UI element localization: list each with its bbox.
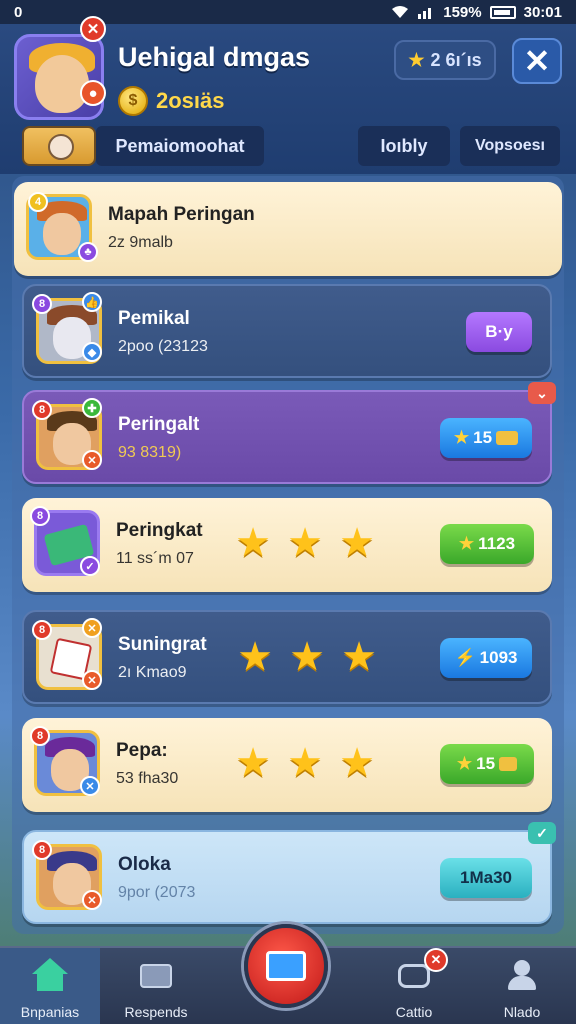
entry-name: Pepa: <box>116 740 168 761</box>
play-button[interactable] <box>244 924 328 1008</box>
entry-score: 93 8319) <box>118 444 182 461</box>
page-title: Uehigal dmgas <box>118 42 311 72</box>
buy-button[interactable]: B·y <box>466 312 532 352</box>
nav-cattio[interactable]: ✕ Cattio <box>364 948 464 1024</box>
wifi-icon <box>391 5 409 19</box>
star-icon: ★ <box>408 49 425 70</box>
entry-score: 2ı Kmao9 <box>118 664 187 681</box>
star-icon: ★ <box>339 521 375 565</box>
reward-button[interactable]: ★ 15 <box>440 744 534 784</box>
nav-profile[interactable]: Nlado <box>472 948 572 1024</box>
coin-value: 2osıäs <box>156 88 225 113</box>
club-badge-icon: ♣ <box>78 242 98 262</box>
reward-button[interactable]: ⚡ 1093 <box>440 638 532 678</box>
screen-icon <box>266 951 306 981</box>
status-time: 30:01 <box>523 3 562 21</box>
list-item[interactable]: 8 👍 ◆ Pemikal 2poo (23123 B·y <box>22 284 552 378</box>
star-icon: ★ <box>456 754 473 773</box>
entry-score: 2poo (23123 <box>118 338 208 355</box>
check-badge-icon: ✓ <box>80 556 100 576</box>
reward-button[interactable]: 1Ma30 <box>440 858 532 898</box>
tab-second[interactable]: Ioıbly <box>358 126 450 166</box>
close-button[interactable]: ✕ <box>512 38 562 84</box>
nav-home[interactable]: Bnpanias <box>0 948 100 1024</box>
list-item[interactable]: 8 ✚ ✕ Peringalt 93 8319) ★ 15 ⌄ <box>22 382 556 484</box>
star-icon: ★ <box>237 635 273 679</box>
star-icon: ★ <box>458 534 475 553</box>
entry-score: 9por (2073 <box>118 884 196 901</box>
chevron-down-icon[interactable]: ⌄ <box>528 382 556 404</box>
coin-balance: $ 2osıäs <box>118 86 225 116</box>
star-icon: ★ <box>341 635 377 679</box>
battery-icon <box>489 5 516 19</box>
stack-icon <box>138 958 174 992</box>
star-icon: ★ <box>453 428 470 447</box>
entry-name: Suningrat <box>118 634 207 655</box>
player-avatar[interactable] <box>14 34 104 120</box>
home-icon <box>32 958 68 992</box>
star-rating: ★ ★ ★ <box>234 521 376 565</box>
gem-value: 2 6ı´ıs <box>430 49 482 70</box>
star-icon: ★ <box>287 741 323 785</box>
level-badge-icon: 8 <box>32 620 52 640</box>
list-item[interactable]: 8 ✕ Oloka 9por (2073 1Ma30 ✓ <box>22 822 556 924</box>
list-item[interactable]: 4 ♣ Mapah Peringan 2z 9malb <box>14 182 562 276</box>
entry-score: 53 fha30 <box>116 770 179 787</box>
reward-button[interactable]: ★ 15 <box>440 418 532 458</box>
pet-tab-icon[interactable] <box>22 126 96 166</box>
bolt-icon: ⚡ <box>454 648 476 667</box>
close-badge-icon[interactable]: ✕ <box>80 16 106 42</box>
bonus-badge-icon: ✕ <box>82 618 102 638</box>
level-badge-icon: 8 <box>30 506 50 526</box>
check-icon[interactable]: ✓ <box>528 822 556 844</box>
tab-main[interactable]: Pemaiomoohat <box>96 126 264 166</box>
ticket-badge-icon: ● <box>80 80 106 106</box>
notification-badge-icon: ✕ <box>424 948 448 972</box>
gold-bars-icon <box>496 431 519 445</box>
star-icon: ★ <box>235 741 271 785</box>
level-badge-icon: 8 <box>32 294 52 314</box>
star-icon: ★ <box>289 635 325 679</box>
star-icon: ★ <box>287 521 323 565</box>
star-icon: ★ <box>339 741 375 785</box>
star-icon: ★ <box>235 521 271 565</box>
tab-third[interactable]: Vopsoesı <box>460 126 560 166</box>
entry-score: 11 ss´m 07 <box>116 550 194 567</box>
gold-bars-icon <box>499 757 518 771</box>
level-badge-icon: 4 <box>28 192 48 212</box>
cross-badge-icon: ✕ <box>80 776 100 796</box>
plus-badge-icon: ✚ <box>82 398 102 418</box>
entry-score: 2z 9malb <box>108 234 173 251</box>
list-item[interactable]: 8 ✓ Peringkat 11 ss´m 07 ★ ★ ★ ★ 1123 <box>22 498 552 592</box>
entry-name: Pemikal <box>118 308 190 329</box>
list-item[interactable]: 8 ✕ Pepa: 53 fha30 ★ ★ ★ ★ 15 <box>22 718 552 812</box>
entry-name: Peringkat <box>116 520 203 541</box>
star-rating: ★ ★ ★ <box>234 741 376 785</box>
level-badge-icon: 8 <box>32 840 52 860</box>
status-left-text: 0 <box>14 3 23 21</box>
tab-bar: Pemaiomoohat Ioıbly Vopsoesı <box>14 126 562 166</box>
user-icon <box>504 958 540 992</box>
coin-icon: $ <box>118 86 148 116</box>
like-badge-icon: 👍 <box>82 292 102 312</box>
entry-name: Oloka <box>118 854 171 875</box>
cross-badge-icon: ✕ <box>82 670 102 690</box>
level-badge-icon: 8 <box>30 726 50 746</box>
list-item[interactable]: 8 ✕ ✕ Suningrat 2ı Kmao9 ★ ★ ★ ⚡ 1093 <box>22 610 552 704</box>
entry-name: Peringalt <box>118 414 200 435</box>
nav-records[interactable]: Respends <box>106 948 206 1024</box>
entry-name: Mapah Peringan <box>108 204 255 225</box>
cross-badge-icon: ✕ <box>82 890 102 910</box>
header: ✕ ● Uehigal dmgas $ 2osıäs ★ 2 6ı´ıs ✕ P… <box>0 16 576 174</box>
level-badge-icon: 8 <box>32 400 52 420</box>
gem-counter[interactable]: ★ 2 6ı´ıs <box>394 40 496 80</box>
signal-icon <box>417 5 435 19</box>
battery-percent: 159% <box>443 3 482 21</box>
cross-badge-icon: ✕ <box>82 450 102 470</box>
shield-badge-icon: ◆ <box>82 342 102 362</box>
reward-button[interactable]: ★ 1123 <box>440 524 534 564</box>
star-rating: ★ ★ ★ <box>236 635 378 679</box>
ranking-list[interactable]: 4 ♣ Mapah Peringan 2z 9malb 8 👍 ◆ Pemika… <box>12 176 564 934</box>
